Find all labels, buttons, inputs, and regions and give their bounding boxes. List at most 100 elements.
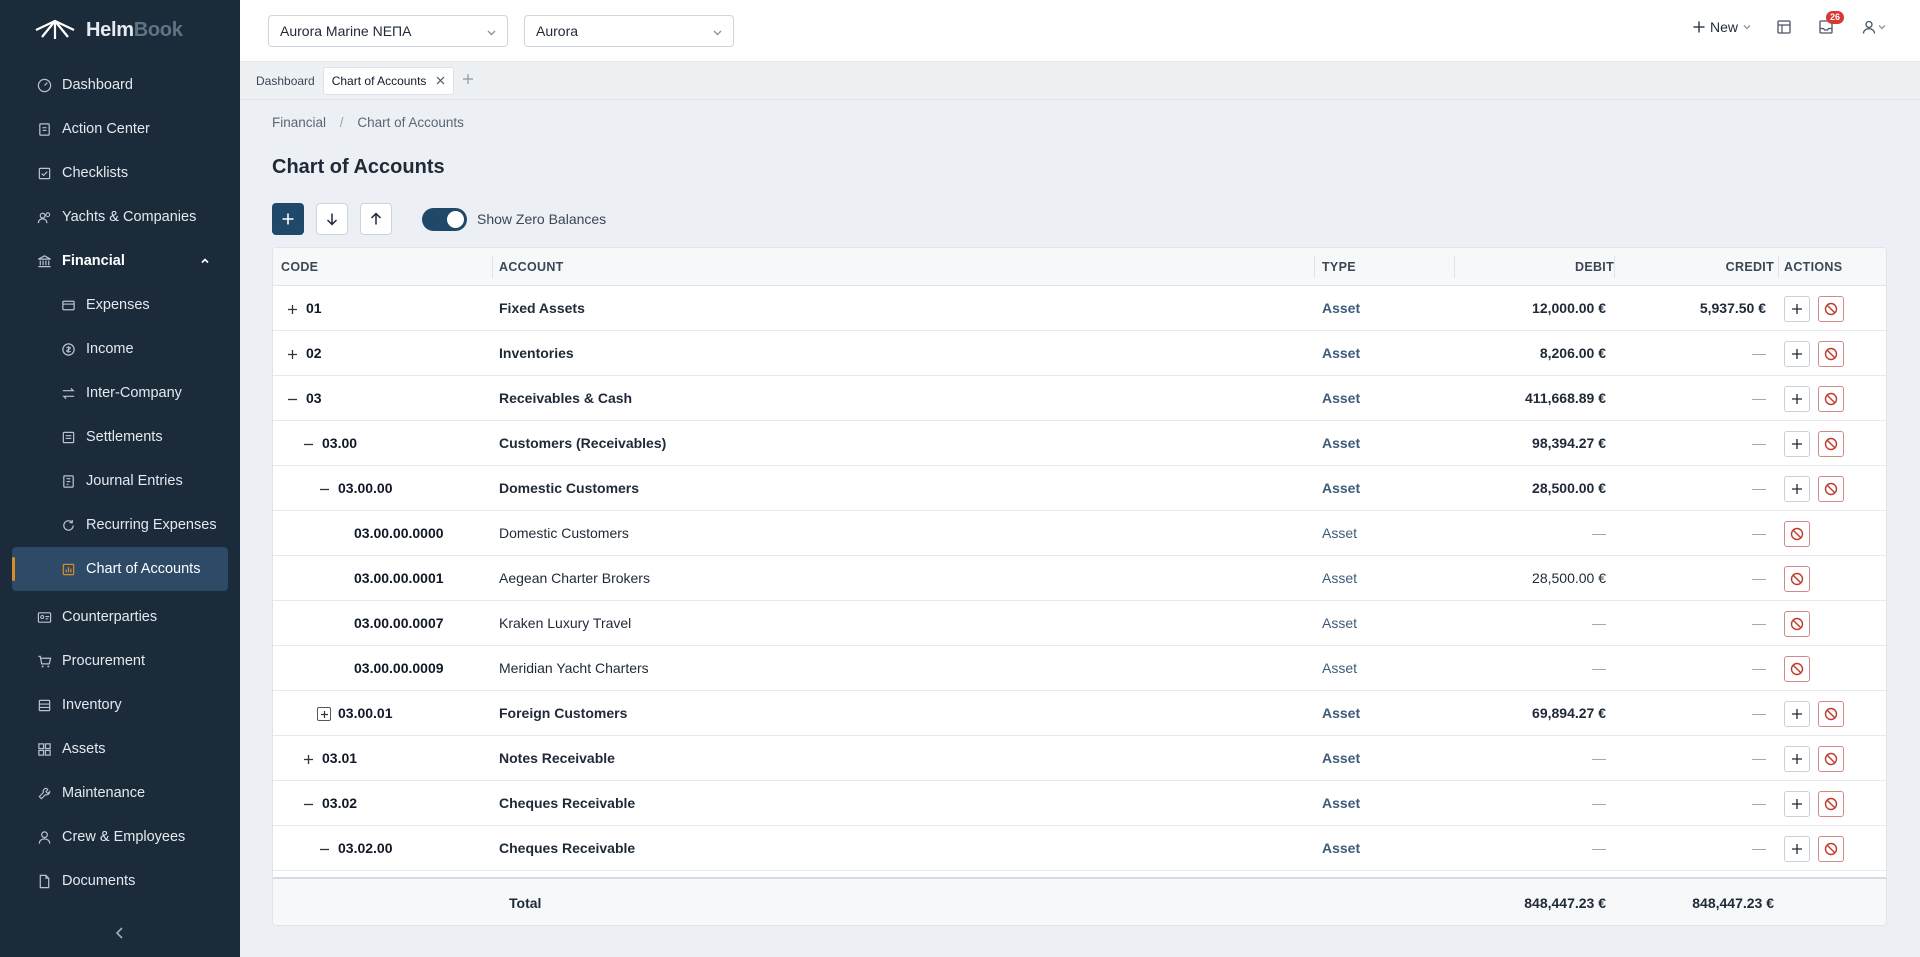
plus-icon bbox=[287, 349, 297, 359]
close-icon[interactable] bbox=[436, 76, 445, 85]
disable-account-button[interactable] bbox=[1818, 746, 1844, 772]
table-row[interactable]: 03.00.01 Foreign Customers Asset 69,894.27 … bbox=[273, 691, 1886, 736]
add-subaccount-button[interactable] bbox=[1784, 746, 1810, 772]
column-header-debit[interactable]: DEBIT bbox=[1462, 248, 1614, 286]
add-subaccount-button[interactable] bbox=[1784, 791, 1810, 817]
expand-all-button[interactable] bbox=[316, 203, 348, 235]
expand-row-button[interactable] bbox=[285, 347, 299, 361]
sidebar-item-label: Recurring Expenses bbox=[86, 517, 217, 533]
disable-account-button[interactable] bbox=[1784, 656, 1810, 682]
disable-account-button[interactable] bbox=[1818, 476, 1844, 502]
add-subaccount-button[interactable] bbox=[1784, 476, 1810, 502]
add-subaccount-button[interactable] bbox=[1784, 341, 1810, 367]
collapse-row-button[interactable] bbox=[317, 842, 331, 856]
sidebar-item-crew-employees[interactable]: Crew & Employees bbox=[0, 815, 240, 859]
sidebar-item-label: Income bbox=[86, 341, 134, 357]
tab-chart-of-accounts[interactable]: Chart of Accounts bbox=[322, 66, 455, 95]
sidebar-item-chart-of-accounts[interactable]: Chart of Accounts bbox=[12, 547, 228, 591]
credit-amount: — bbox=[1752, 390, 1766, 406]
disable-account-button[interactable] bbox=[1818, 431, 1844, 457]
sidebar-item-assets[interactable]: Assets bbox=[0, 727, 240, 771]
expand-row-button[interactable] bbox=[317, 707, 331, 721]
expand-row-button[interactable] bbox=[301, 752, 315, 766]
chevron-up-icon bbox=[200, 254, 210, 270]
user-menu-button[interactable] bbox=[1858, 17, 1890, 37]
table-row[interactable]: 03.02 Cheques Receivable Asset — — bbox=[273, 781, 1886, 826]
disable-account-button[interactable] bbox=[1784, 611, 1810, 637]
collapse-sidebar-button[interactable] bbox=[110, 923, 130, 943]
sidebar-item-label: Financial bbox=[62, 253, 125, 269]
add-subaccount-button[interactable] bbox=[1784, 431, 1810, 457]
table-row[interactable]: 03 Receivables & Cash Asset 411,668.89 € — bbox=[273, 376, 1886, 421]
column-header-account[interactable]: ACCOUNT bbox=[499, 248, 564, 286]
table-row[interactable]: 03.00.00 Domestic Customers Asset 28,500.00… bbox=[273, 466, 1886, 511]
tab-dashboard[interactable]: Dashboard bbox=[248, 67, 323, 95]
table-row[interactable]: 03.02.00 Cheques Receivable Asset — — bbox=[273, 826, 1886, 871]
expand-row-button[interactable] bbox=[285, 302, 299, 316]
account-code: 03.00.00.0000 bbox=[354, 525, 444, 541]
add-account-button[interactable] bbox=[272, 203, 304, 235]
column-header-code[interactable]: CODE bbox=[281, 248, 318, 286]
collapse-row-button[interactable] bbox=[301, 437, 315, 451]
disable-account-button[interactable] bbox=[1784, 566, 1810, 592]
table-row[interactable]: 03.00.00.0009 Meridian Yacht Charters Asse… bbox=[273, 646, 1886, 691]
sidebar-item-label: Assets bbox=[62, 741, 106, 757]
column-header-type[interactable]: TYPE bbox=[1322, 248, 1356, 286]
sidebar-item-inter-company[interactable]: Inter-Company bbox=[0, 371, 240, 415]
disable-account-button[interactable] bbox=[1818, 341, 1844, 367]
disable-account-button[interactable] bbox=[1784, 521, 1810, 547]
chevron-down-icon bbox=[712, 25, 723, 41]
ledger-icon bbox=[60, 429, 76, 445]
account-code: 01 bbox=[306, 300, 322, 316]
collapse-all-button[interactable] bbox=[360, 203, 392, 235]
add-subaccount-button[interactable] bbox=[1784, 296, 1810, 322]
add-tab-button[interactable] bbox=[462, 72, 474, 90]
sidebar-item-counterparties[interactable]: Counterparties bbox=[0, 595, 240, 639]
sidebar-item-checklists[interactable]: Checklists bbox=[0, 151, 240, 195]
chevron-down-icon bbox=[1743, 25, 1751, 30]
sidebar-item-recurring-expenses[interactable]: Recurring Expenses bbox=[0, 503, 240, 547]
plus-icon bbox=[1792, 484, 1802, 494]
sidebar-item-action-center[interactable]: Action Center bbox=[0, 107, 240, 151]
collapse-row-button[interactable] bbox=[317, 482, 331, 496]
add-subaccount-button[interactable] bbox=[1784, 836, 1810, 862]
table-row[interactable]: 03.00.00.0007 Kraken Luxury Travel Asset — — bbox=[273, 601, 1886, 646]
table-row[interactable]: 03.01 Notes Receivable Asset — — bbox=[273, 736, 1886, 781]
table-row[interactable]: 01 Fixed Assets Asset 12,000.00 € 5,937.50 € bbox=[273, 286, 1886, 331]
notifications-button[interactable]: 26 bbox=[1816, 11, 1845, 37]
column-header-credit[interactable]: CREDIT bbox=[1622, 248, 1774, 286]
show-zero-balances-toggle[interactable] bbox=[422, 207, 467, 231]
disable-account-button[interactable] bbox=[1818, 701, 1844, 727]
add-subaccount-button[interactable] bbox=[1784, 386, 1810, 412]
breadcrumb-financial[interactable]: Financial bbox=[272, 115, 326, 130]
sidebar-item-documents[interactable]: Documents bbox=[0, 859, 240, 903]
sidebar-item-maintenance[interactable]: Maintenance bbox=[0, 771, 240, 815]
vessel-select[interactable]: Aurora bbox=[524, 15, 734, 47]
collapse-row-button[interactable] bbox=[285, 392, 299, 406]
table-row[interactable]: 03.00 Customers (Receivables) Asset 98,394.… bbox=[273, 421, 1886, 466]
sidebar-item-expenses[interactable]: Expenses bbox=[0, 283, 240, 327]
disable-account-button[interactable] bbox=[1818, 386, 1844, 412]
sidebar-item-inventory[interactable]: Inventory bbox=[0, 683, 240, 727]
credit-amount: — bbox=[1752, 795, 1766, 811]
disable-account-button[interactable] bbox=[1818, 791, 1844, 817]
calculator-button[interactable] bbox=[1774, 17, 1794, 37]
table-row[interactable]: 02 Inventories Asset 8,206.00 € — bbox=[273, 331, 1886, 376]
sidebar-item-financial[interactable]: Financial bbox=[0, 239, 240, 283]
sidebar-item-dashboard[interactable]: Dashboard bbox=[0, 63, 240, 107]
sidebar-item-procurement[interactable]: Procurement bbox=[0, 639, 240, 683]
collapse-row-button[interactable] bbox=[301, 797, 315, 811]
add-subaccount-button[interactable] bbox=[1784, 701, 1810, 727]
disable-account-button[interactable] bbox=[1818, 296, 1844, 322]
disable-account-button[interactable] bbox=[1818, 836, 1844, 862]
sidebar-item-income[interactable]: Income bbox=[0, 327, 240, 371]
sidebar-item-yachts-companies[interactable]: Yachts & Companies bbox=[0, 195, 240, 239]
sidebar-item-settlements[interactable]: Settlements bbox=[0, 415, 240, 459]
logo[interactable]: HelmBook bbox=[0, 0, 240, 60]
company-select[interactable]: Aurora Marine ΝΕΠΑ bbox=[268, 15, 508, 47]
table-row[interactable]: 03.00.00.0000 Domestic Customers Asset — — bbox=[273, 511, 1886, 556]
new-button[interactable]: New bbox=[1692, 19, 1752, 35]
debit-amount: 28,500.00 € bbox=[1532, 570, 1606, 586]
table-row[interactable]: 03.00.00.0001 Aegean Charter Brokers Asset… bbox=[273, 556, 1886, 601]
sidebar-item-journal-entries[interactable]: Journal Entries bbox=[0, 459, 240, 503]
